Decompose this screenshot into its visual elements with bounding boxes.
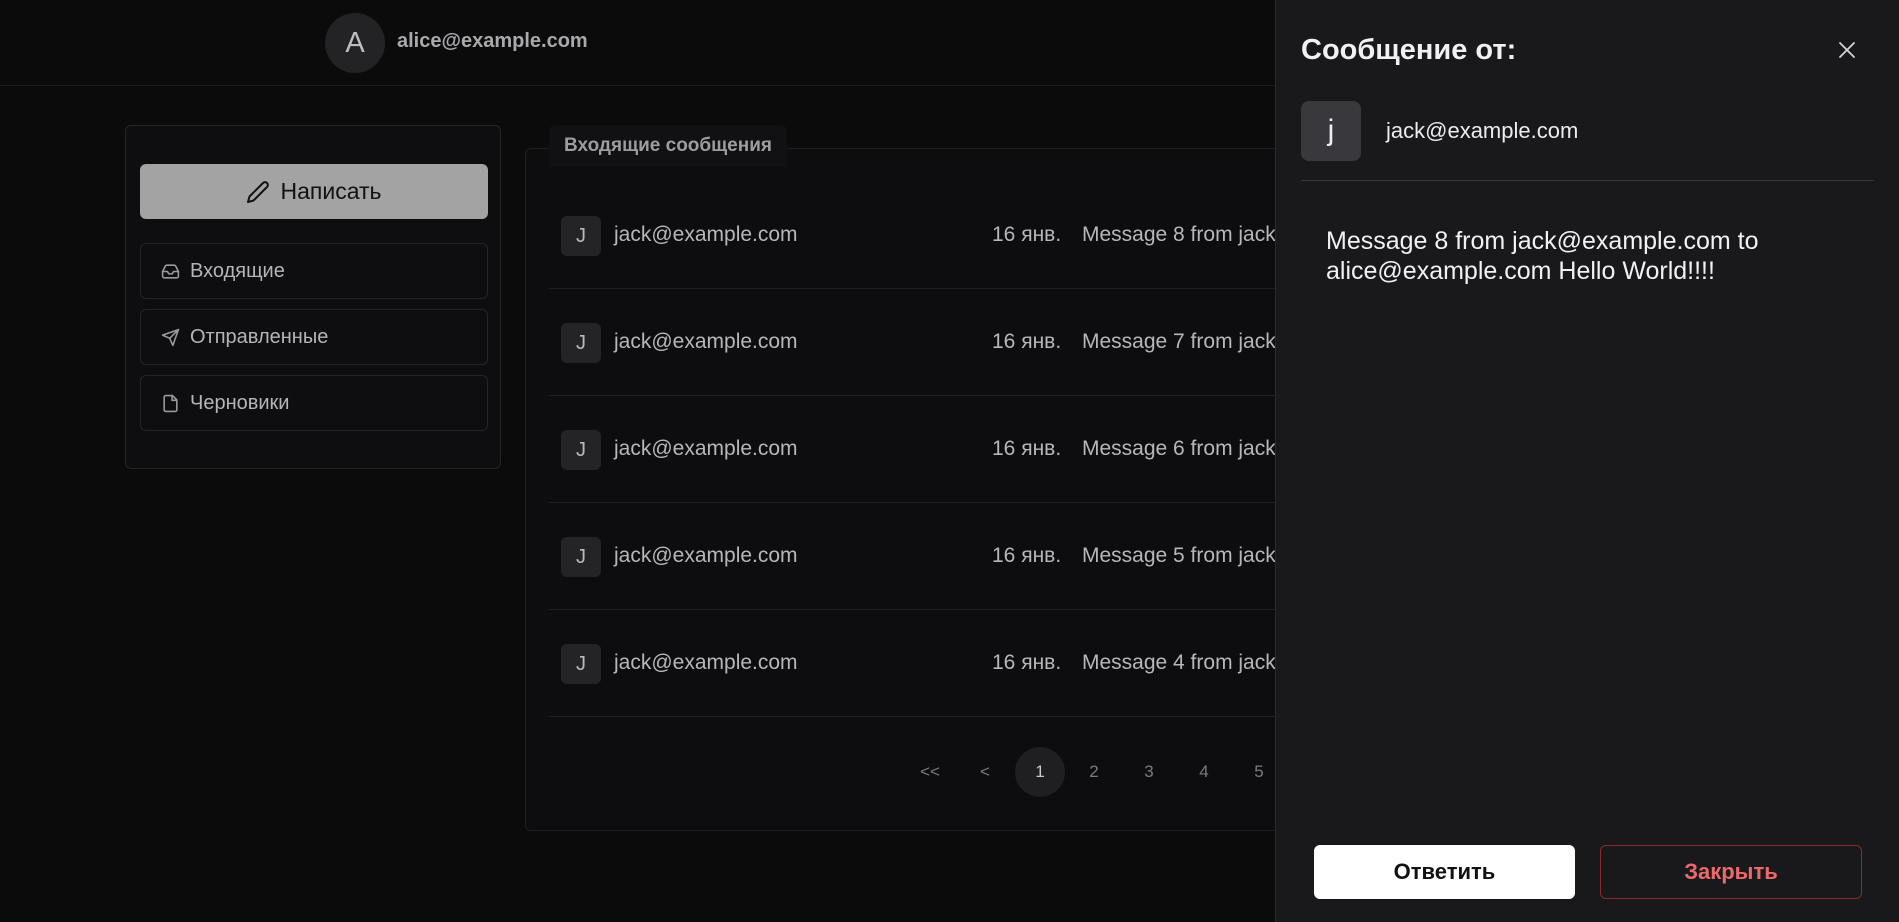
message-subject: Message 7 from jack — [1082, 330, 1276, 353]
message-subject: Message 6 from jack — [1082, 437, 1276, 460]
message-row[interactable]: J jack@example.com 16 янв. Message 4 fro… — [549, 610, 1285, 717]
message-drawer: Сообщение от: j jack@example.com Message… — [1275, 0, 1899, 922]
pagination-prev-button[interactable]: < — [960, 747, 1010, 797]
message-subject: Message 5 from jack — [1082, 544, 1276, 567]
sidebar-item-inbox[interactable]: Входящие — [140, 243, 488, 299]
message-row[interactable]: J jack@example.com 16 янв. Message 6 fro… — [549, 396, 1285, 503]
close-button[interactable]: Закрыть — [1600, 845, 1862, 899]
message-subject: Message 4 from jack — [1082, 651, 1276, 674]
sidebar-item-sent[interactable]: Отправленные — [140, 309, 488, 365]
user-email: alice@example.com — [397, 30, 588, 52]
compose-label: Написать — [280, 178, 382, 204]
message-sender: jack@example.com — [614, 330, 798, 353]
pagination-first-button[interactable]: << — [905, 747, 955, 797]
message-avatar: J — [561, 537, 601, 577]
message-sender: jack@example.com — [614, 651, 798, 674]
message-avatar: J — [561, 644, 601, 684]
close-icon[interactable] — [1835, 38, 1859, 62]
pencil-icon — [247, 180, 270, 203]
message-date: 16 янв. — [992, 437, 1062, 460]
divider — [1301, 180, 1874, 181]
message-avatar: J — [561, 323, 601, 363]
pagination-page-2[interactable]: 2 — [1069, 747, 1119, 797]
message-sender: jack@example.com — [614, 544, 798, 567]
sidebar: Написать Входящие Отправленные Черновики — [125, 125, 501, 469]
message-date: 16 янв. — [992, 651, 1062, 674]
file-icon — [163, 394, 178, 412]
sidebar-item-label: Входящие — [190, 259, 285, 282]
message-row[interactable]: J jack@example.com 16 янв. Message 8 fro… — [549, 182, 1285, 289]
message-sender: jack@example.com — [614, 437, 798, 460]
message-row[interactable]: J jack@example.com 16 янв. Message 7 fro… — [549, 289, 1285, 396]
sidebar-item-drafts[interactable]: Черновики — [140, 375, 488, 431]
message-avatar: J — [561, 430, 601, 470]
sidebar-item-label: Отправленные — [190, 325, 329, 348]
compose-button[interactable]: Написать — [140, 164, 488, 219]
drawer-title: Сообщение от: — [1301, 34, 1517, 66]
send-icon — [161, 328, 180, 346]
message-date: 16 янв. — [992, 330, 1062, 353]
pagination-page-3[interactable]: 3 — [1124, 747, 1174, 797]
pagination-page-4[interactable]: 4 — [1179, 747, 1229, 797]
sender-avatar: j — [1301, 101, 1361, 161]
pagination-page-1[interactable]: 1 — [1015, 747, 1065, 797]
message-row[interactable]: J jack@example.com 16 янв. Message 5 fro… — [549, 503, 1285, 610]
message-avatar: J — [561, 216, 601, 256]
sidebar-item-label: Черновики — [190, 391, 290, 414]
message-body: Message 8 from jack@example.com to alice… — [1326, 227, 1759, 285]
inbox-title: Входящие сообщения — [549, 125, 787, 167]
user-avatar[interactable]: A — [325, 13, 385, 73]
message-date: 16 янв. — [992, 223, 1062, 246]
message-sender: jack@example.com — [614, 223, 798, 246]
message-date: 16 янв. — [992, 544, 1062, 567]
reply-button[interactable]: Ответить — [1314, 845, 1575, 899]
sender-email: jack@example.com — [1386, 118, 1579, 143]
inbox-icon — [161, 263, 180, 279]
message-subject: Message 8 from jack — [1082, 223, 1276, 246]
